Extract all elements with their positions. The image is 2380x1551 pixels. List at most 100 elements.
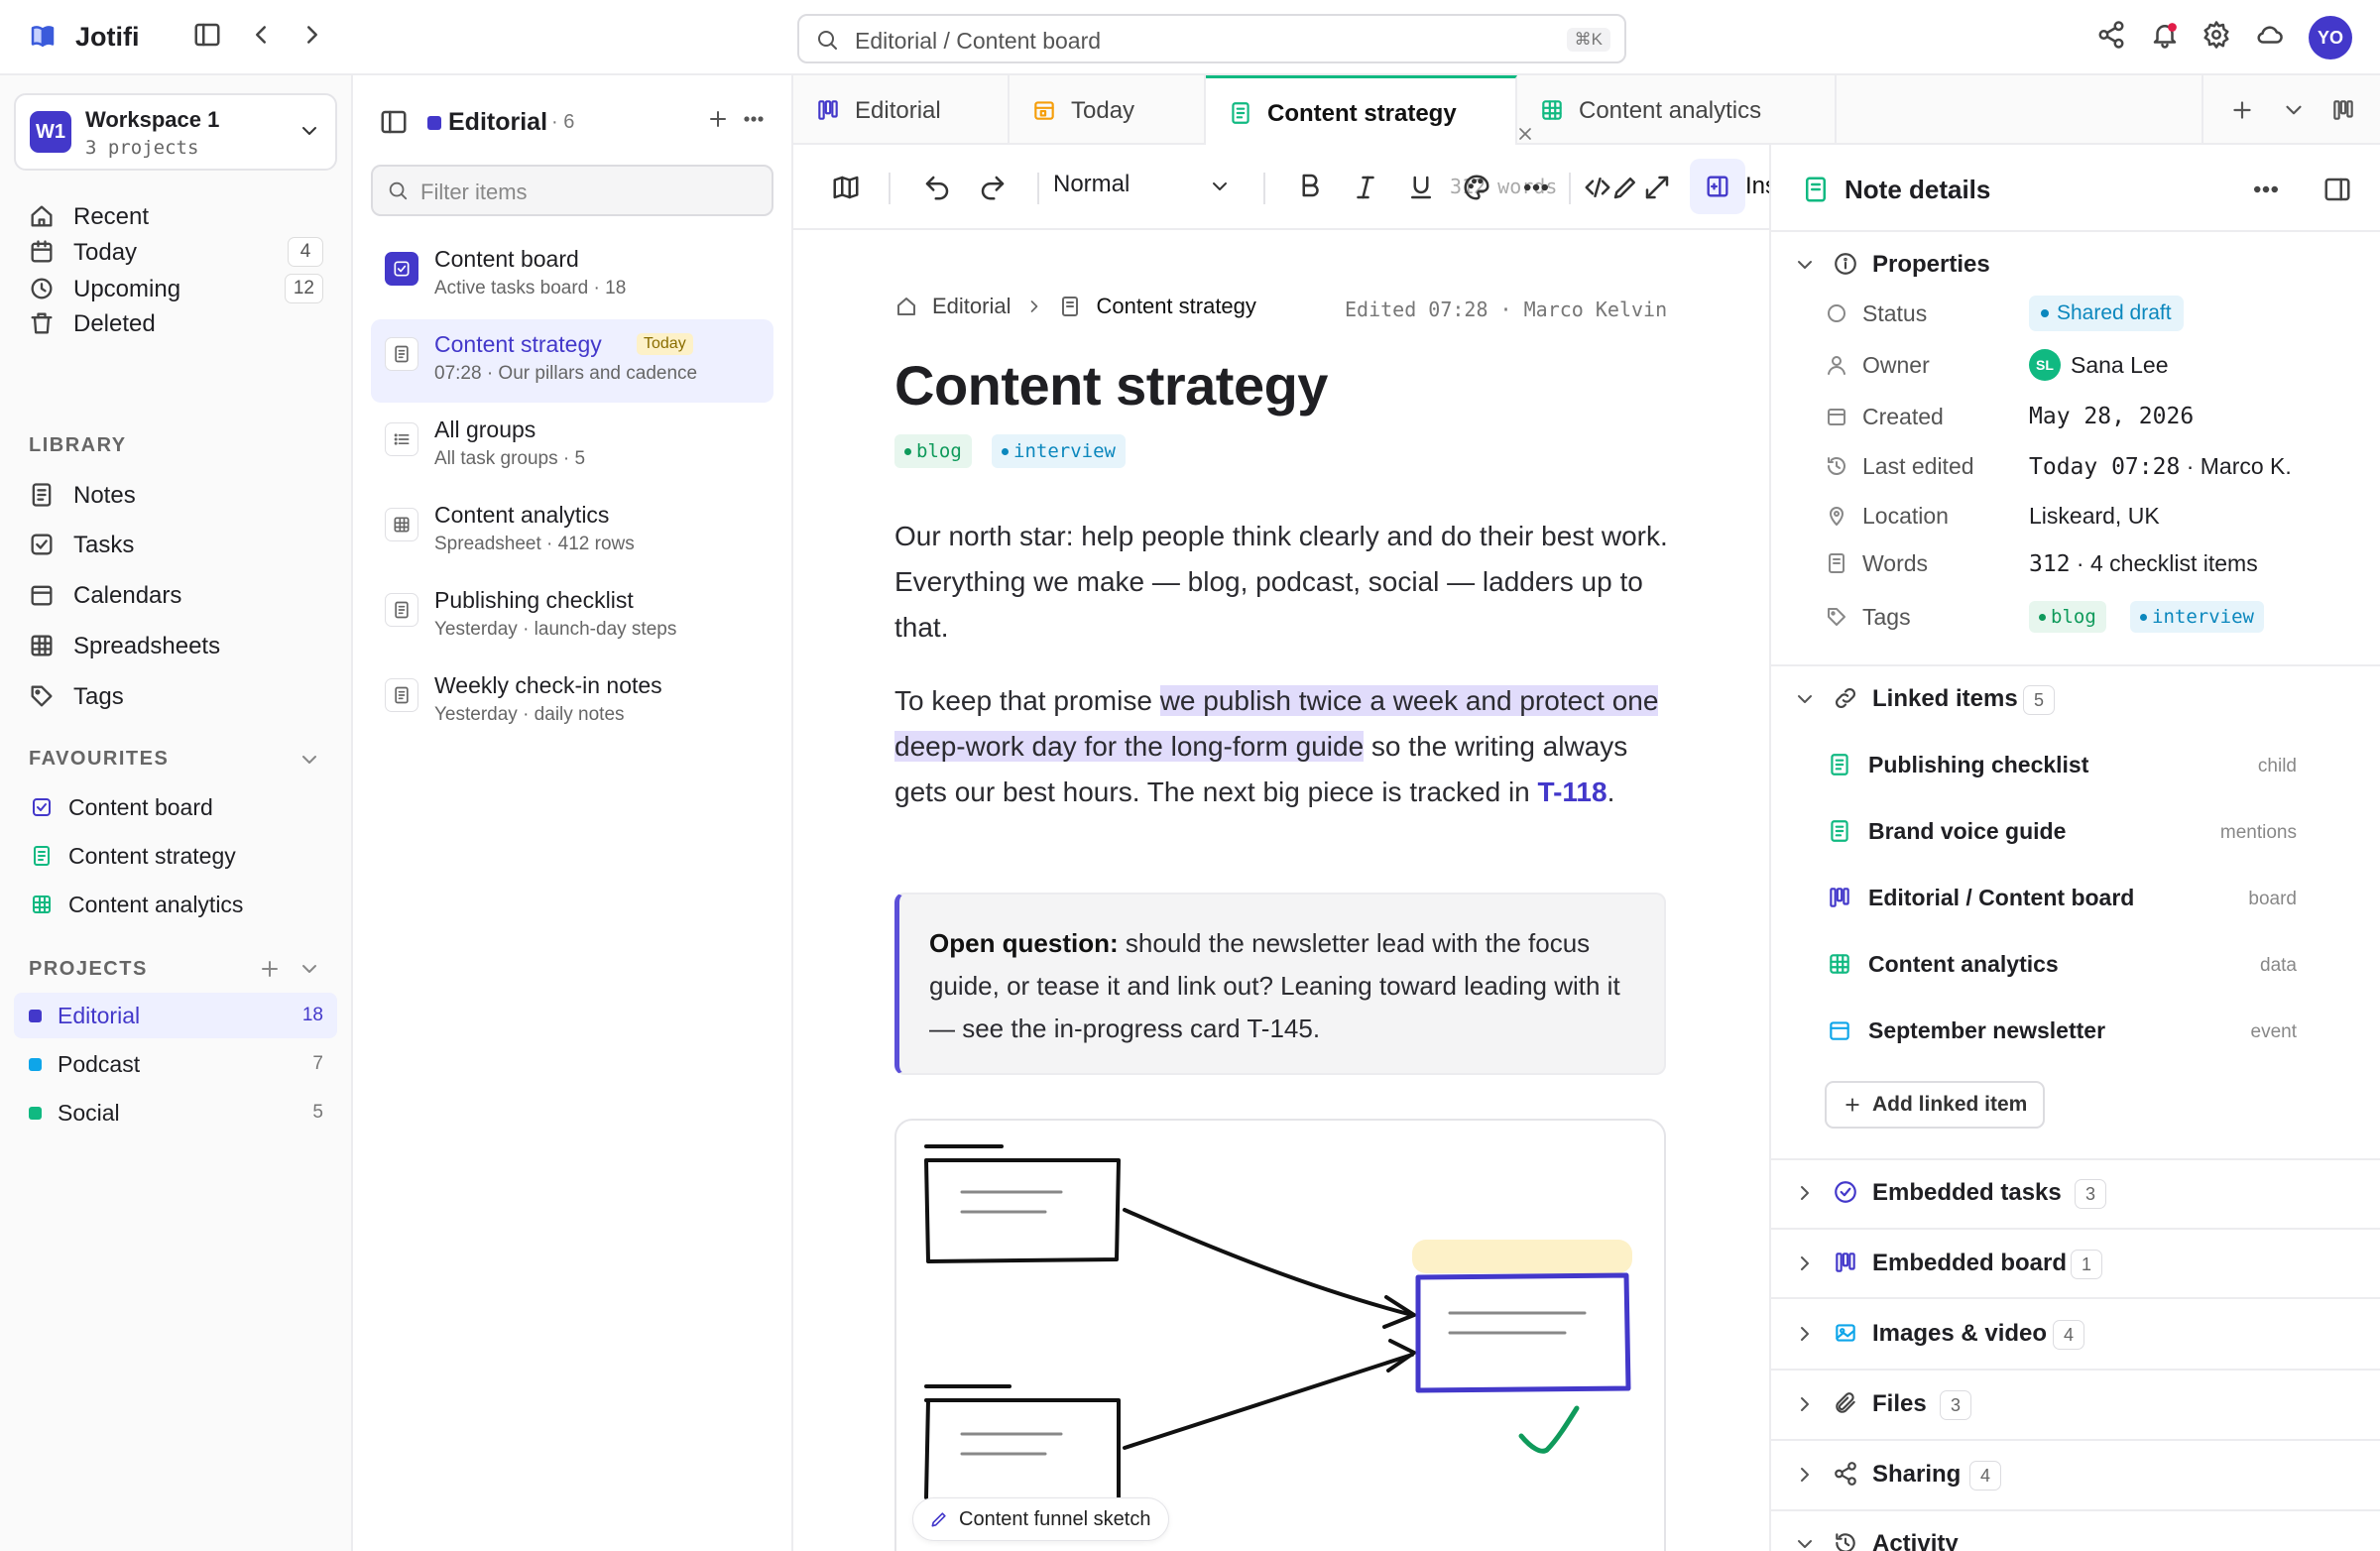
property-label: Created: [1862, 404, 1944, 429]
add-linked-item-button[interactable]: Add linked item: [1825, 1081, 2046, 1129]
paragraph-text: .: [1606, 776, 1615, 807]
settings-gear-icon[interactable]: [2202, 20, 2231, 50]
page-title[interactable]: Content strategy: [894, 353, 1328, 418]
section-label: Activity: [1872, 1530, 1959, 1551]
chevron-down-icon[interactable]: [2281, 97, 2307, 123]
image-icon: [1836, 1324, 1855, 1342]
insert-icon: [1707, 176, 1728, 197]
project-item-podcast[interactable]: Podcast 7: [14, 1041, 337, 1087]
tag-interview[interactable]: interview: [2130, 601, 2264, 633]
favourite-item-content-board[interactable]: Content board: [14, 785, 337, 829]
redo-icon[interactable]: [978, 173, 1008, 202]
favourite-item-content-strategy[interactable]: Content strategy: [14, 834, 337, 878]
section-embedded-tasks[interactable]: Embedded tasks 3: [1771, 1168, 2380, 1218]
sidebar-toggle-icon[interactable]: [192, 20, 222, 50]
nav-count: 4: [288, 237, 323, 267]
paragraph-promise[interactable]: To keep that promise we publish twice a …: [894, 678, 1668, 815]
list-item-content-analytics[interactable]: Content analytics Spreadsheet · 412 rows: [371, 490, 774, 573]
tag-interview[interactable]: interview: [992, 434, 1126, 468]
list-item-content-board[interactable]: Content board Active tasks board · 18: [371, 234, 774, 317]
panel-toggle-icon[interactable]: [2322, 175, 2352, 204]
section-activity[interactable]: Activity: [1771, 1519, 2380, 1551]
list-item-publishing-checklist[interactable]: Publishing checklist Yesterday · launch-…: [371, 575, 774, 658]
sketch-embed[interactable]: Content funnel sketch: [894, 1119, 1666, 1551]
tab-content-strategy[interactable]: Content strategy: [1206, 75, 1531, 147]
tab-today[interactable]: Today: [1010, 75, 1206, 145]
add-project-icon[interactable]: [258, 957, 282, 981]
list-item-content-strategy[interactable]: Content strategy Today 07:28 · Our pilla…: [371, 319, 774, 403]
italic-icon[interactable]: [1351, 173, 1380, 202]
property-value: Liskeard, UK: [2029, 503, 2160, 529]
sketch-caption[interactable]: Content funnel sketch: [912, 1497, 1170, 1541]
library-item-notes[interactable]: Notes: [14, 472, 337, 518]
palette-icon[interactable]: [1462, 173, 1491, 202]
linked-item-brand-voice-guide[interactable]: Brand voice guide mentions: [1771, 802, 2380, 862]
underline-icon[interactable]: [1406, 173, 1436, 202]
board-view-icon[interactable]: [2330, 97, 2356, 123]
linked-item-content-analytics[interactable]: Content analytics data: [1771, 935, 2380, 995]
section-linked-items[interactable]: Linked items 5: [1771, 674, 2380, 724]
library-item-spreadsheets[interactable]: Spreadsheets: [14, 623, 337, 668]
book-map-icon[interactable]: [831, 173, 861, 202]
more-options-icon[interactable]: [1521, 173, 1551, 202]
linked-item-label: September newsletter: [1868, 1017, 2106, 1043]
library-item-tags[interactable]: Tags: [14, 673, 337, 719]
calendar-icon: [31, 585, 53, 606]
text-style-select[interactable]: Normal: [1053, 171, 1130, 198]
new-tab-icon[interactable]: [2229, 97, 2255, 123]
more-options-icon[interactable]: [2251, 175, 2281, 204]
project-item-editorial[interactable]: Editorial 18: [14, 993, 337, 1038]
linked-item-september-newsletter[interactable]: September newsletter event: [1771, 1002, 2380, 1061]
section-sharing[interactable]: Sharing 4: [1771, 1450, 2380, 1499]
task-link[interactable]: T-118: [1538, 776, 1607, 807]
owner-name[interactable]: Sana Lee: [2071, 352, 2168, 379]
add-item-icon[interactable]: [706, 107, 730, 131]
tag-blog[interactable]: blog: [894, 434, 972, 468]
panel-toggle-icon[interactable]: [379, 107, 409, 137]
more-options-icon[interactable]: [742, 107, 766, 131]
section-properties[interactable]: Properties: [1771, 240, 2380, 290]
tag-blog[interactable]: blog: [2029, 601, 2106, 633]
list-item-weekly-check-in-notes[interactable]: Weekly check-in notes Yesterday · daily …: [371, 660, 774, 744]
expand-icon[interactable]: [1642, 173, 1672, 202]
nav-item-deleted[interactable]: Deleted: [14, 300, 337, 346]
insert-button[interactable]: [1690, 159, 1745, 214]
share-icon[interactable]: [2096, 20, 2126, 50]
library-label: Notes: [73, 482, 136, 509]
callout-block[interactable]: Open question: should the newsletter lea…: [894, 893, 1666, 1075]
cloud-sync-icon[interactable]: [2255, 20, 2285, 50]
linked-item-publishing-checklist[interactable]: Publishing checklist child: [1771, 736, 2380, 795]
undo-icon[interactable]: [922, 173, 952, 202]
property-label: Status: [1862, 300, 1928, 326]
pen-icon[interactable]: [1610, 173, 1640, 202]
global-search-input[interactable]: Editorial / Content board ⌘K: [797, 14, 1626, 63]
chevron-right-icon: [1801, 1397, 1809, 1411]
filter-input[interactable]: Filter items: [371, 165, 774, 216]
forward-icon[interactable]: [298, 20, 327, 50]
breadcrumb-root[interactable]: Editorial: [932, 294, 1011, 319]
section-files[interactable]: Files 3: [1771, 1379, 2380, 1429]
linked-item-editorial-content-board[interactable]: Editorial / Content board board: [1771, 869, 2380, 928]
user-avatar[interactable]: YO: [2309, 16, 2352, 60]
status-badge[interactable]: Shared draft: [2029, 296, 2184, 331]
chevron-down-icon[interactable]: [1208, 175, 1232, 198]
notification-bell-icon[interactable]: [2150, 20, 2180, 50]
project-item-social[interactable]: Social 5: [14, 1090, 337, 1135]
chevron-down-icon[interactable]: [298, 957, 321, 981]
paragraph-north-star[interactable]: Our north star: help people think clearl…: [894, 514, 1668, 651]
editor[interactable]: Editorial Content strategy Edited 07:28 …: [793, 230, 1769, 1551]
list-item-all-groups[interactable]: All groups All task groups · 5: [371, 405, 774, 488]
section-embedded-board[interactable]: Embedded board 1: [1771, 1239, 2380, 1288]
library-item-tasks[interactable]: Tasks: [14, 522, 337, 567]
chevron-down-icon[interactable]: [298, 748, 321, 772]
workspace-switcher[interactable]: W1 Workspace 1 3 projects: [14, 93, 337, 171]
tab-content-analytics[interactable]: Content analytics: [1517, 75, 1837, 145]
tab-editorial[interactable]: Editorial: [793, 75, 1010, 145]
library-item-calendars[interactable]: Calendars: [14, 572, 337, 618]
code-icon[interactable]: [1583, 173, 1612, 202]
section-images-video[interactable]: Images & video 4: [1771, 1309, 2380, 1359]
status-circle-icon: [1828, 304, 1845, 322]
favourite-item-content-analytics[interactable]: Content analytics: [14, 883, 337, 926]
bold-icon[interactable]: [1295, 171, 1325, 200]
back-icon[interactable]: [246, 20, 276, 50]
